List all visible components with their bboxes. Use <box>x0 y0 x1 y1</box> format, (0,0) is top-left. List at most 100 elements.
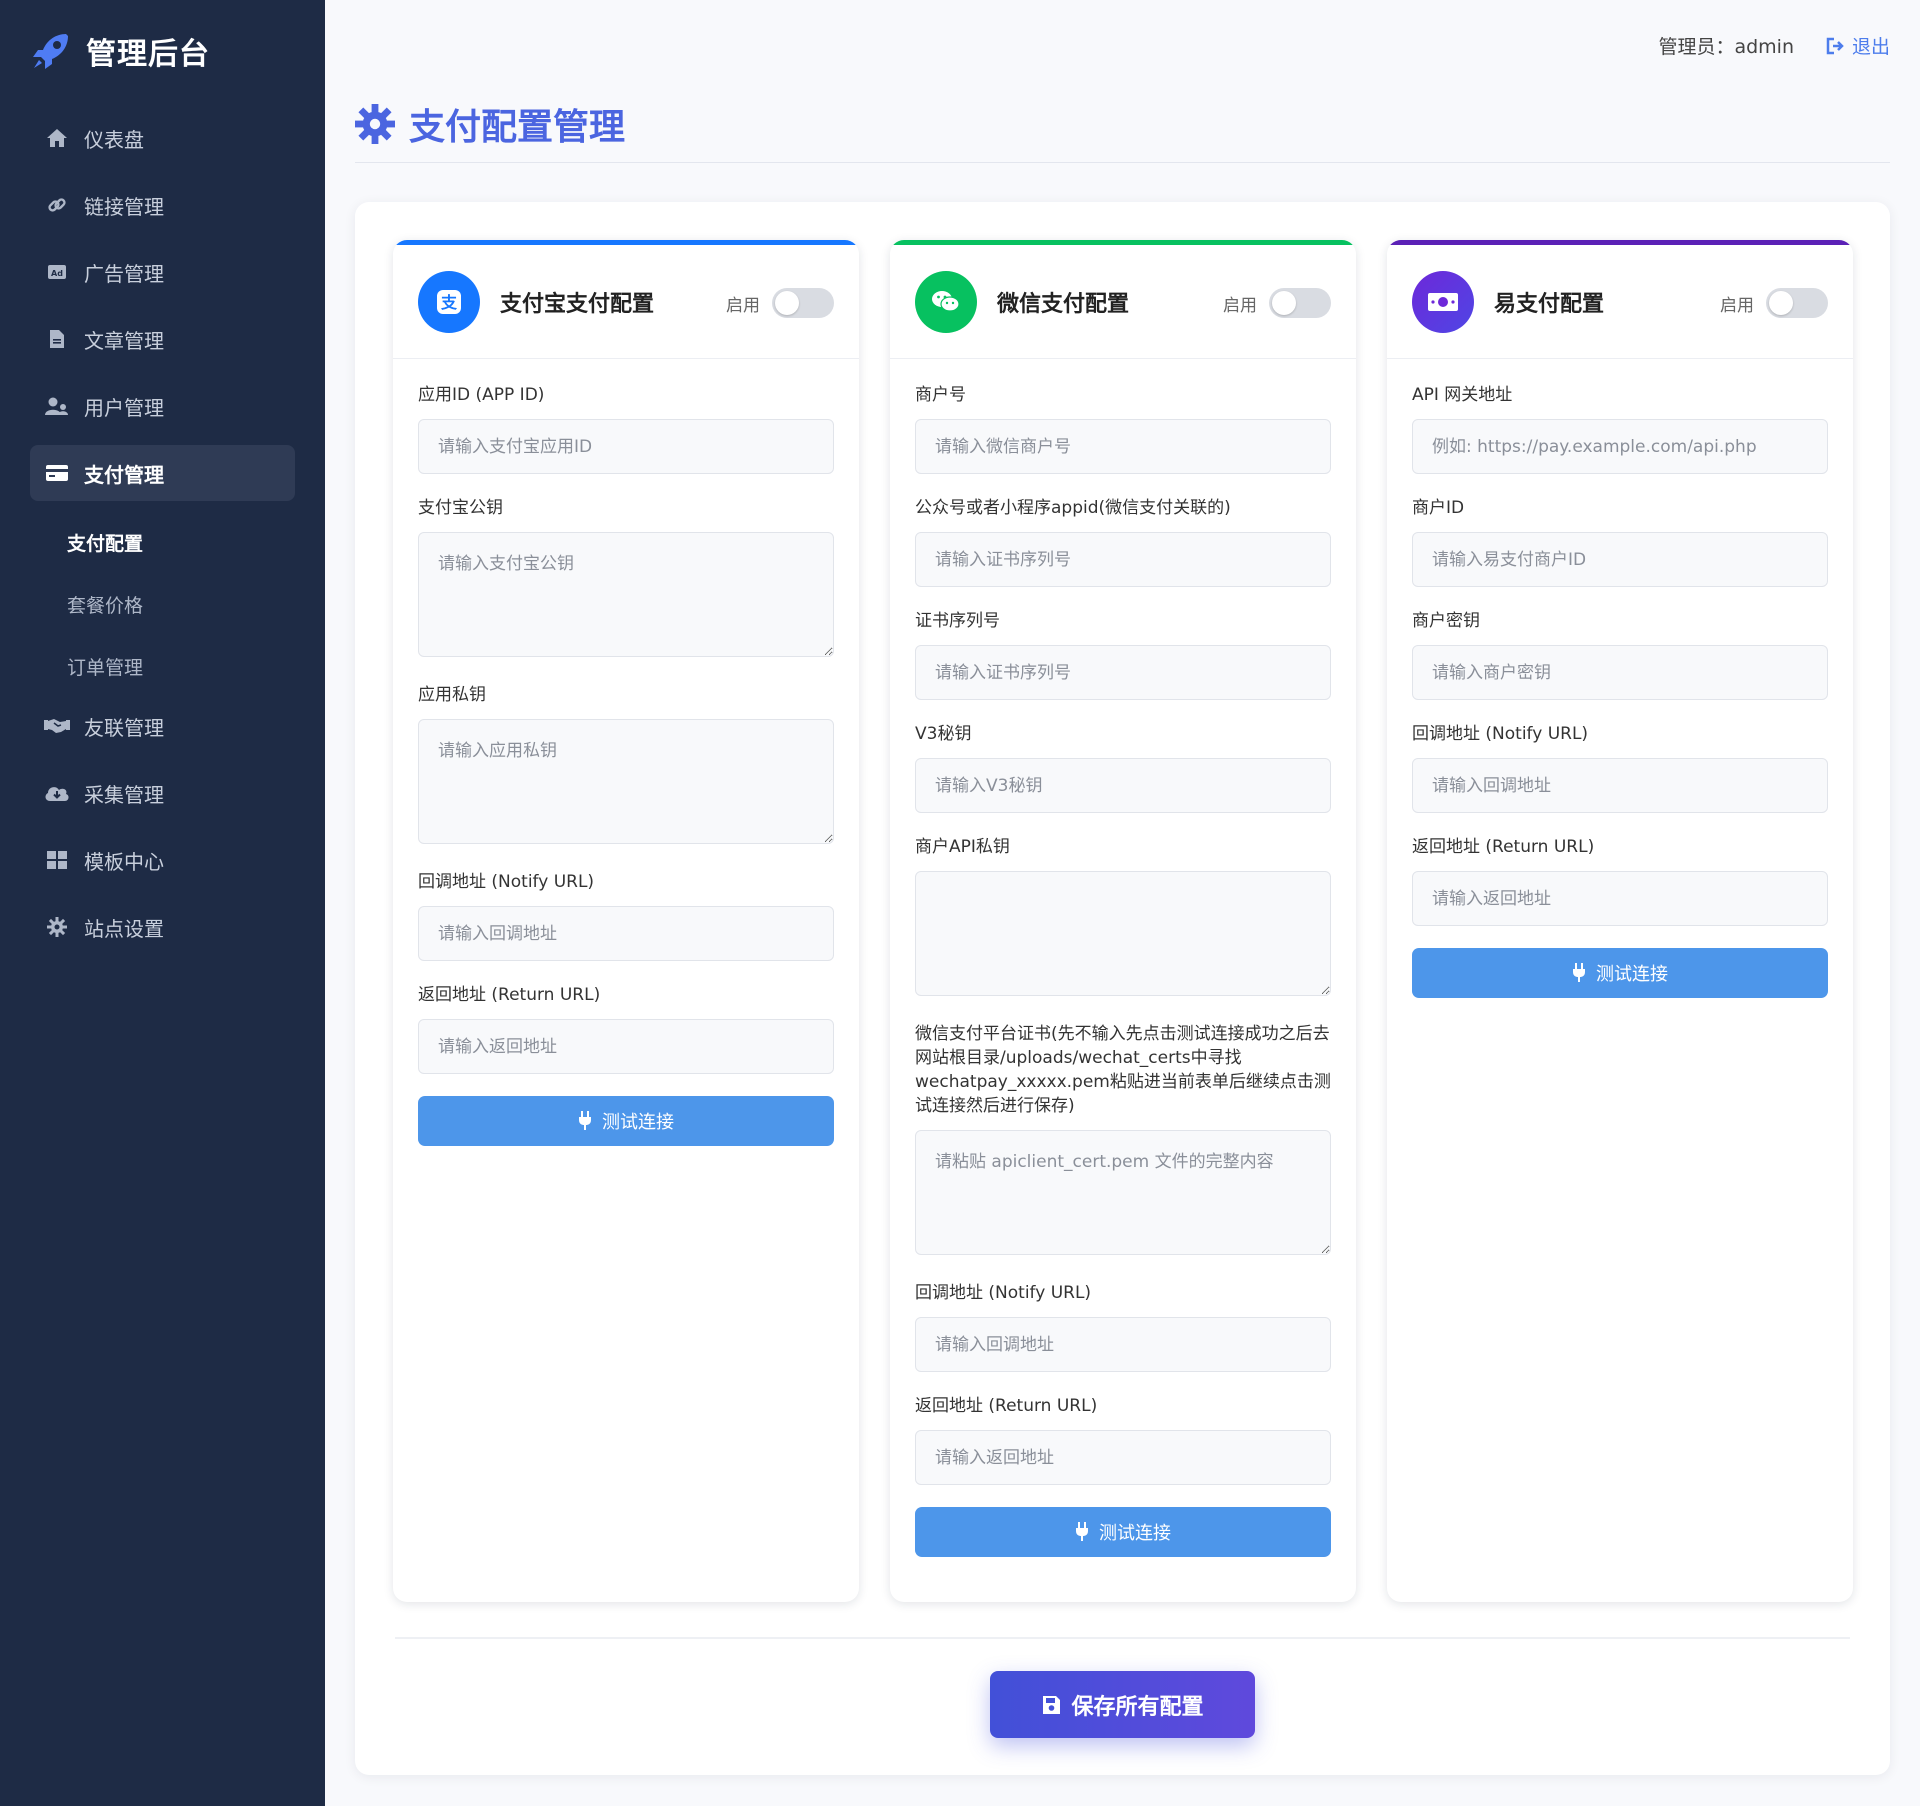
epay-card: 易支付配置 启用 API 网关地址 商户ID 商户密钥 回调地址 (Notify… <box>1387 240 1853 1602</box>
epay-test-connection-button[interactable]: 测试连接 <box>1412 948 1828 998</box>
alipay-app-id-input[interactable] <box>418 419 834 474</box>
link-icon <box>44 192 70 218</box>
users-icon <box>44 393 70 419</box>
brand[interactable]: 管理后台 <box>0 0 325 102</box>
alipay-enable-toggle[interactable] <box>772 288 834 318</box>
topbar: 管理员：admin 退出 <box>325 0 1920 90</box>
form-field: 商户API私钥 <box>915 835 1331 1000</box>
wechat-card: 微信支付配置 启用 商户号 公众号或者小程序appid(微信支付关联的) 证书序… <box>890 240 1356 1602</box>
page-title: 支付配置管理 <box>409 107 626 148</box>
sidebar-subitem-label: 订单管理 <box>67 656 144 679</box>
admin-user-label: 管理员：admin <box>1658 36 1794 58</box>
alipay-notify-url-input[interactable] <box>418 906 834 961</box>
sidebar-item-dashboard[interactable]: 仪表盘 <box>30 110 295 166</box>
wechat-appid-input[interactable] <box>915 532 1331 587</box>
form-field: 回调地址 (Notify URL) <box>418 870 834 961</box>
sidebar-item-links[interactable]: 链接管理 <box>30 177 295 233</box>
alipay-return-url-input[interactable] <box>418 1019 834 1074</box>
sidebar-item-ads[interactable]: Ad 广告管理 <box>30 244 295 300</box>
wechat-enable-toggle[interactable] <box>1269 288 1331 318</box>
sidebar: 管理后台 仪表盘 链接管理 Ad 广告管理 文章管理 用户管理 支付管理 支付配… <box>0 0 325 1806</box>
sidebar-subitem-packages[interactable]: 套餐价格 <box>30 574 295 634</box>
sidebar-item-users[interactable]: 用户管理 <box>30 378 295 434</box>
wechat-cert-serial-input[interactable] <box>915 645 1331 700</box>
wechat-api-private-key-textarea[interactable] <box>915 871 1331 996</box>
field-label: 应用私钥 <box>418 685 486 705</box>
main-panel: 支 支付宝支付配置 启用 应用ID (APP ID) 支付宝公钥 应用私钥 <box>355 202 1890 1775</box>
toggle-knob <box>1272 291 1296 315</box>
save-all-button[interactable]: 保存所有配置 <box>990 1671 1255 1738</box>
field-label: 商户号 <box>915 385 966 405</box>
field-label: 支付宝公钥 <box>418 498 503 518</box>
epay-gateway-url-input[interactable] <box>1412 419 1828 474</box>
sidebar-item-payment[interactable]: 支付管理 <box>30 445 295 501</box>
wechat-return-url-input[interactable] <box>915 1430 1331 1485</box>
grid-icon <box>44 847 70 873</box>
toggle-knob <box>1769 291 1793 315</box>
card-body: API 网关地址 商户ID 商户密钥 回调地址 (Notify URL) 返回地… <box>1387 359 1853 1602</box>
alipay-public-key-textarea[interactable] <box>418 532 834 657</box>
field-label: V3秘钥 <box>915 724 972 744</box>
sidebar-item-label: 用户管理 <box>84 395 164 420</box>
epay-merchant-key-input[interactable] <box>1412 645 1828 700</box>
gear-icon <box>355 104 395 144</box>
epay-return-url-input[interactable] <box>1412 871 1828 926</box>
wechat-v3-key-input[interactable] <box>915 758 1331 813</box>
sidebar-item-collect[interactable]: 采集管理 <box>30 765 295 821</box>
sidebar-item-label: 文章管理 <box>84 328 164 353</box>
alipay-test-connection-button[interactable]: 测试连接 <box>418 1096 834 1146</box>
sidebar-subitem-payment-config[interactable]: 支付配置 <box>30 512 295 572</box>
card-header: 易支付配置 启用 <box>1387 245 1853 359</box>
money-bill-icon <box>1412 270 1474 333</box>
wechat-platform-cert-textarea[interactable] <box>915 1130 1331 1255</box>
alipay-private-key-textarea[interactable] <box>418 719 834 844</box>
home-icon <box>44 125 70 151</box>
test-button-label: 测试连接 <box>602 1112 674 1133</box>
form-field: 回调地址 (Notify URL) <box>1412 722 1828 813</box>
sidebar-item-templates[interactable]: 模板中心 <box>30 832 295 888</box>
rocket-icon <box>33 34 68 69</box>
save-icon <box>1043 1695 1061 1714</box>
card-title: 微信支付配置 <box>997 291 1130 317</box>
form-field: 公众号或者小程序appid(微信支付关联的) <box>915 496 1331 587</box>
sidebar-item-settings[interactable]: 站点设置 <box>30 899 295 955</box>
title-divider <box>355 162 1890 163</box>
test-button-label: 测试连接 <box>1099 1523 1171 1544</box>
wechat-merchant-id-input[interactable] <box>915 419 1331 474</box>
field-label: 公众号或者小程序appid(微信支付关联的) <box>915 498 1231 518</box>
alipay-icon: 支 <box>418 270 480 333</box>
card-title: 易支付配置 <box>1494 291 1605 317</box>
sidebar-item-label: 广告管理 <box>84 261 164 286</box>
field-label: 应用ID (APP ID) <box>418 385 545 405</box>
form-field: 微信支付平台证书(先不输入先点击测试连接成功之后去网站根目录/uploads/w… <box>915 1022 1331 1259</box>
plug-icon <box>1573 963 1585 982</box>
logout-link[interactable]: 退出 <box>1826 32 1890 59</box>
form-field: 应用ID (APP ID) <box>418 383 834 474</box>
handshake-icon <box>44 713 70 739</box>
form-field: 支付宝公钥 <box>418 496 834 661</box>
save-button-label: 保存所有配置 <box>1071 1694 1204 1720</box>
epay-merchant-id-input[interactable] <box>1412 532 1828 587</box>
sidebar-subitem-orders[interactable]: 订单管理 <box>30 636 295 696</box>
page-title-row: 支付配置管理 <box>355 98 625 150</box>
wechat-icon <box>915 270 977 333</box>
field-label: 微信支付平台证书(先不输入先点击测试连接成功之后去网站根目录/uploads/w… <box>915 1024 1331 1116</box>
card-body: 商户号 公众号或者小程序appid(微信支付关联的) 证书序列号 V3秘钥 商户… <box>890 359 1356 1602</box>
wechat-test-connection-button[interactable]: 测试连接 <box>915 1507 1331 1557</box>
sidebar-item-articles[interactable]: 文章管理 <box>30 311 295 367</box>
wechat-notify-url-input[interactable] <box>915 1317 1331 1372</box>
card-body: 应用ID (APP ID) 支付宝公钥 应用私钥 回调地址 (Notify UR… <box>393 359 859 1602</box>
logout-label: 退出 <box>1851 36 1890 58</box>
sidebar-item-label: 链接管理 <box>84 194 164 219</box>
sidebar-nav: 仪表盘 链接管理 Ad 广告管理 文章管理 用户管理 支付管理 支付配置 套餐价… <box>0 102 325 955</box>
epay-enable-toggle[interactable] <box>1766 288 1828 318</box>
sign-out-icon <box>1826 37 1844 54</box>
enable-toggle-group: 启用 <box>726 288 834 318</box>
form-field: 返回地址 (Return URL) <box>1412 835 1828 926</box>
ad-icon: Ad <box>44 259 70 285</box>
card-header: 微信支付配置 启用 <box>890 245 1356 359</box>
sidebar-item-friendlinks[interactable]: 友联管理 <box>30 698 295 754</box>
field-label: 回调地址 (Notify URL) <box>418 872 595 892</box>
svg-text:Ad: Ad <box>51 269 63 278</box>
epay-notify-url-input[interactable] <box>1412 758 1828 813</box>
